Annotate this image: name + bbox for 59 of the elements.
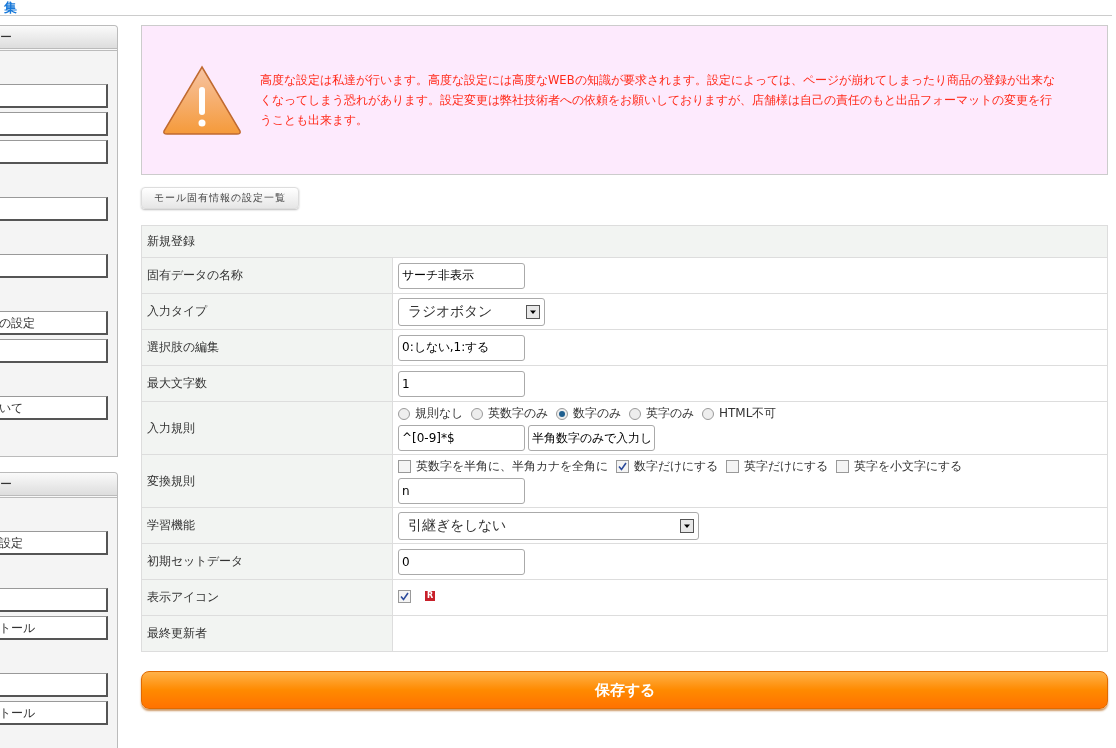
panel-header: ー bbox=[0, 473, 117, 498]
sidebar-button[interactable]: 設定 bbox=[0, 531, 108, 555]
sidebar-button[interactable]: トール bbox=[0, 616, 108, 640]
radio-button[interactable] bbox=[398, 407, 410, 420]
checkbox-option[interactable]: 英字だけにする bbox=[726, 458, 828, 475]
checkbox[interactable] bbox=[726, 460, 739, 473]
sidebar-button[interactable] bbox=[0, 339, 108, 363]
field-label: 選択肢の編集 bbox=[141, 329, 393, 366]
sidebar-button[interactable] bbox=[0, 588, 108, 612]
field-label: 初期セットデータ bbox=[141, 543, 393, 580]
sidebar-button[interactable] bbox=[0, 112, 108, 136]
checkbox[interactable] bbox=[398, 460, 411, 473]
field-label: 入力タイプ bbox=[141, 293, 393, 330]
sidebar-button[interactable]: トール bbox=[0, 701, 108, 725]
radio-option[interactable]: 英数字のみ bbox=[471, 405, 548, 422]
radio-option[interactable]: 規則なし bbox=[398, 405, 463, 422]
radio-option[interactable]: 英字のみ bbox=[629, 405, 694, 422]
table-header: 新規登録 bbox=[141, 225, 1108, 258]
sidebar-button[interactable] bbox=[0, 84, 108, 108]
sidebar-button[interactable]: いて bbox=[0, 396, 108, 420]
checked-checkbox[interactable] bbox=[616, 460, 629, 473]
text-field[interactable]: 0:しない,1:する bbox=[398, 334, 525, 361]
page-title: 集 bbox=[4, 1, 17, 15]
sidebar-button[interactable] bbox=[0, 254, 108, 278]
dropdown[interactable]: 引継ぎをしない bbox=[398, 511, 699, 540]
field-label: 最終更新者 bbox=[141, 615, 393, 652]
text-field[interactable]: ^[0-9]*$ bbox=[398, 425, 525, 451]
checkbox-option[interactable]: 英字を小文字にする bbox=[836, 458, 962, 475]
sidebar-button[interactable] bbox=[0, 140, 108, 164]
field-label: 変換規則 bbox=[141, 454, 393, 508]
warning-icon bbox=[162, 65, 242, 135]
field-label: 表示アイコン bbox=[141, 579, 393, 616]
field-label: 学習機能 bbox=[141, 507, 393, 544]
settings-list-button[interactable]: モール固有情報の設定一覧 bbox=[141, 187, 299, 209]
field-label: 固有データの名称 bbox=[141, 257, 393, 294]
badge: R bbox=[425, 591, 435, 601]
warning-text: 高度な設定は私達が行います。高度な設定には高度なWEBの知識が要求されます。設定によっては、ページが崩れてしまったり商品の登録が出来なくなってしまう恐れがあります。設定変更は弊社技術者への依頼をお願いしておりますが、店舗様は自己の責任のもと出品フォーマットの変更を行うことも出来ます。 bbox=[260, 72, 1056, 129]
radio-button[interactable] bbox=[471, 407, 483, 420]
radio-option[interactable]: 数字のみ bbox=[556, 405, 621, 422]
field-label: 入力規則 bbox=[141, 401, 393, 455]
checked-checkbox[interactable] bbox=[398, 589, 411, 603]
sidebar-button[interactable] bbox=[0, 197, 108, 221]
radio-option[interactable]: HTML不可 bbox=[702, 405, 777, 422]
field-label: 最大文字数 bbox=[141, 365, 393, 402]
text-field[interactable]: n bbox=[398, 478, 525, 504]
radio-button[interactable] bbox=[702, 407, 714, 420]
checkbox-option[interactable]: 数字だけにする bbox=[616, 458, 718, 475]
dropdown[interactable]: ラジオボタン bbox=[398, 297, 545, 326]
checkbox[interactable] bbox=[836, 460, 849, 473]
sidebar-button[interactable]: の設定 bbox=[0, 311, 108, 335]
text-field[interactable]: サーチ非表示 bbox=[398, 262, 525, 289]
checkbox-option[interactable]: 英数字を半角に、半角カナを全角に bbox=[398, 458, 608, 475]
radio-button[interactable] bbox=[556, 407, 568, 420]
sidebar-button[interactable] bbox=[0, 673, 108, 697]
text-field[interactable]: 1 bbox=[398, 370, 525, 397]
text-field[interactable]: 半角数字のみで入力し bbox=[528, 425, 655, 451]
text-field[interactable]: 0 bbox=[398, 548, 525, 575]
panel-header: ー bbox=[0, 26, 117, 51]
radio-button[interactable] bbox=[629, 407, 641, 420]
